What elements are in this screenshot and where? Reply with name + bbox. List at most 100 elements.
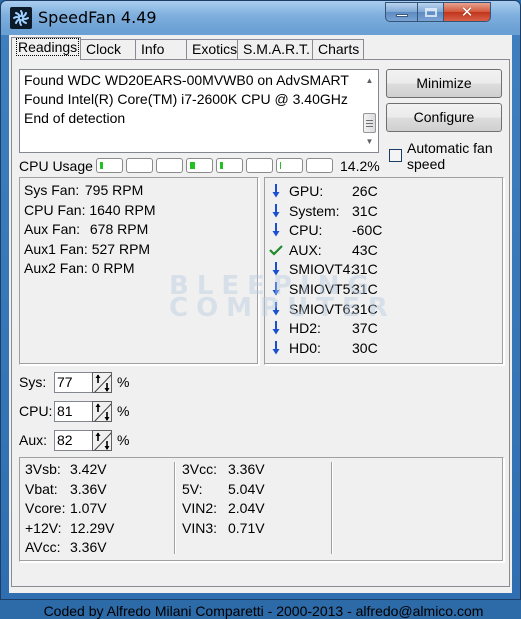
fan-speed-input[interactable]: 82 xyxy=(54,429,92,451)
tab-bar: Readings Clock Info Exotics S.M.A.R.T. Charts xyxy=(11,37,364,60)
minimize-window-button[interactable] xyxy=(385,2,418,22)
log-line: End of detection xyxy=(24,110,126,126)
temperature-label: GPU: xyxy=(289,183,324,199)
temperature-label: CPU: xyxy=(289,222,323,239)
voltage-reading: AVcc: 3.36V xyxy=(25,539,107,555)
voltage-value: 3.42V xyxy=(70,461,107,477)
cpu-core-fill xyxy=(190,162,195,169)
voltage-reading: 3Vcc: 3.36V xyxy=(182,461,265,477)
temperature-label: AUX: xyxy=(289,241,322,258)
log-line: Found Intel(R) Core(TM) i7-2600K CPU @ 3… xyxy=(24,91,348,107)
fan-reading: Aux2 Fan: 0 RPM xyxy=(24,260,135,276)
configure-button[interactable]: Configure xyxy=(386,103,502,132)
fan-speeds-panel: Sys Fan: 795 RPM CPU Fan: 1640 RPM Aux Fan… xyxy=(19,177,259,365)
fan-speed-control: Aux: 82% xyxy=(19,429,129,451)
tab-label: Exotics xyxy=(192,41,238,57)
cpu-core-meter xyxy=(186,158,213,173)
temperature-value: -60C xyxy=(352,222,383,239)
voltage-label: +12V: xyxy=(25,519,62,536)
log-scrollbar[interactable]: ▲ ▼ xyxy=(361,70,378,152)
fan-icon xyxy=(10,7,32,29)
fan-value: 0 RPM xyxy=(91,260,135,276)
temperature-label: HD0: xyxy=(289,339,321,356)
cpu-core-meter xyxy=(306,158,333,173)
temperature-label: SMIOVT4: xyxy=(289,261,355,278)
cpu-usage-meters xyxy=(96,158,333,173)
voltage-label: VIN3: xyxy=(182,519,218,536)
arrow-down-icon xyxy=(269,221,283,239)
minimize-button[interactable]: Minimize xyxy=(386,69,502,98)
tab-label: Info xyxy=(141,41,165,57)
cpu-core-meter xyxy=(96,158,123,173)
cpu-core-meter xyxy=(276,158,303,173)
temperature-reading: HD0: 30C xyxy=(269,339,378,357)
arrow-down-icon xyxy=(269,339,283,357)
fan-label: Aux2 Fan: xyxy=(24,260,88,276)
tab-exotics[interactable]: Exotics xyxy=(186,39,238,59)
fan-speed-spinner[interactable] xyxy=(92,371,112,393)
voltages-divider xyxy=(331,462,332,554)
fan-label: Sys Fan: xyxy=(24,182,80,198)
temperature-reading: SMIOVT4: 31C xyxy=(269,260,378,278)
tab-label: Clock xyxy=(86,41,122,57)
cpu-core-fill xyxy=(100,162,103,169)
fan-speed-input[interactable]: 77 xyxy=(54,371,92,393)
close-icon: ✕ xyxy=(460,3,474,21)
voltage-reading: Vbat: 3.36V xyxy=(25,481,107,497)
temperature-value: 31C xyxy=(352,202,378,219)
temperature-value: 37C xyxy=(352,320,378,337)
temperatures-panel: GPU: 26C System: 31C CPU: -60C AUX: 43C SMIOVT4:… xyxy=(264,177,504,365)
voltages-panel: 3Vsb: 3.42V Vbat: 3.36V Vcore: 1.07V +12V: 12.2… xyxy=(19,457,504,562)
voltages-divider xyxy=(174,462,175,554)
tab-info[interactable]: Info xyxy=(135,39,187,59)
up-down-arrows-icon xyxy=(94,402,111,421)
scroll-up-icon[interactable]: ▲ xyxy=(361,72,378,89)
log-line: Found WDC WD20EARS-00MVWB0 on AdvSMART xyxy=(24,72,349,88)
temperature-value: 26C xyxy=(352,183,378,199)
maximize-window-button[interactable] xyxy=(418,2,444,22)
tab-smart[interactable]: S.M.A.R.T. xyxy=(237,39,313,59)
temperature-reading: AUX: 43C xyxy=(269,241,378,259)
tab-charts[interactable]: Charts xyxy=(312,39,364,59)
detection-log[interactable]: Found WDC WD20EARS-00MVWB0 on AdvSMART Fo… xyxy=(19,69,379,153)
tab-clock[interactable]: Clock xyxy=(80,39,136,59)
temperature-label: SMIOVT5: xyxy=(289,281,355,297)
fan-speed-control: CPU: 81% xyxy=(19,400,129,422)
fan-reading: Aux Fan: 678 RPM xyxy=(24,221,148,237)
fan-speed-unit: % xyxy=(117,403,130,419)
temperature-reading: SMIOVT5: 31C xyxy=(269,280,378,298)
scroll-thumb[interactable] xyxy=(363,113,376,133)
voltage-value: 3.36V xyxy=(228,461,265,477)
title-bar[interactable]: SpeedFan 4.49 ✕ xyxy=(1,1,520,35)
voltage-reading: VIN3: 0.71V xyxy=(182,520,265,536)
client-area: Readings Clock Info Exotics S.M.A.R.T. Charts… xyxy=(9,35,512,619)
fan-speed-spinner[interactable] xyxy=(92,400,112,422)
voltage-label: Vcore: xyxy=(25,500,66,516)
temperature-label: System: xyxy=(289,202,340,219)
cpu-core-meter xyxy=(246,158,273,173)
window-title: SpeedFan 4.49 xyxy=(38,8,157,27)
temperature-value: 31C xyxy=(352,261,378,278)
tab-label: S.M.A.R.T. xyxy=(243,41,310,57)
voltage-label: 3Vsb: xyxy=(25,461,61,477)
scroll-down-icon[interactable]: ▼ xyxy=(361,133,378,150)
close-window-button[interactable]: ✕ xyxy=(444,2,491,22)
voltage-value: 12.29V xyxy=(70,519,115,536)
up-down-arrows-icon xyxy=(94,431,111,450)
arrow-down-icon xyxy=(269,182,283,200)
fan-speed-label: Sys: xyxy=(19,374,47,390)
voltage-reading: +12V: 12.29V xyxy=(25,520,114,536)
voltage-label: VIN2: xyxy=(182,500,218,516)
temperature-reading: HD2: 37C xyxy=(269,319,378,337)
automatic-fan-speed-checkbox[interactable] xyxy=(389,149,402,162)
tab-readings[interactable]: Readings xyxy=(11,37,81,60)
fan-reading: Aux1 Fan: 527 RPM xyxy=(24,241,150,257)
fan-reading: Sys Fan: 795 RPM xyxy=(24,182,143,198)
readings-page: Found WDC WD20EARS-00MVWB0 on AdvSMART Fo… xyxy=(11,59,510,619)
arrow-down-icon xyxy=(269,300,283,318)
maximize-icon xyxy=(424,7,437,17)
up-down-arrows-icon xyxy=(94,373,111,392)
fan-speed-input[interactable]: 81 xyxy=(54,400,92,422)
fan-speed-spinner[interactable] xyxy=(92,429,112,451)
temperature-value: 31C xyxy=(352,281,378,297)
